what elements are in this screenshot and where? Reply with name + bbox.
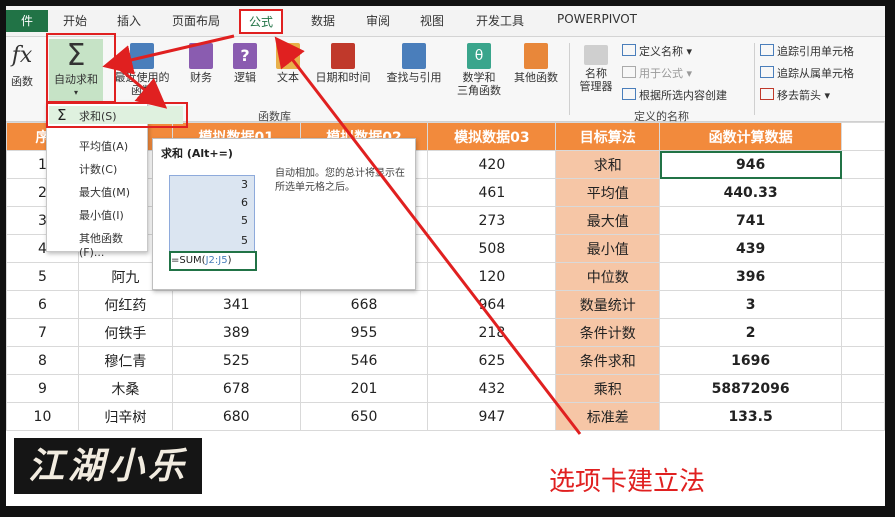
- brand-logo: 江湖小乐: [14, 438, 202, 494]
- annotation-arrows: [102, 34, 582, 435]
- caption-text: 选项卡建立法: [549, 467, 706, 497]
- arrow-to-autosum: [102, 34, 235, 75]
- screenshot-frame: 件 开始 插入 页面布局 公式 数据 审阅 视图 开发工具 POWERPIVOT…: [0, 0, 895, 517]
- excel-window: 件 开始 插入 页面布局 公式 数据 审阅 视图 开发工具 POWERPIVOT…: [6, 6, 885, 506]
- arrow-to-sum-item: [113, 62, 168, 109]
- arrow-to-formulas-tab: [274, 36, 582, 435]
